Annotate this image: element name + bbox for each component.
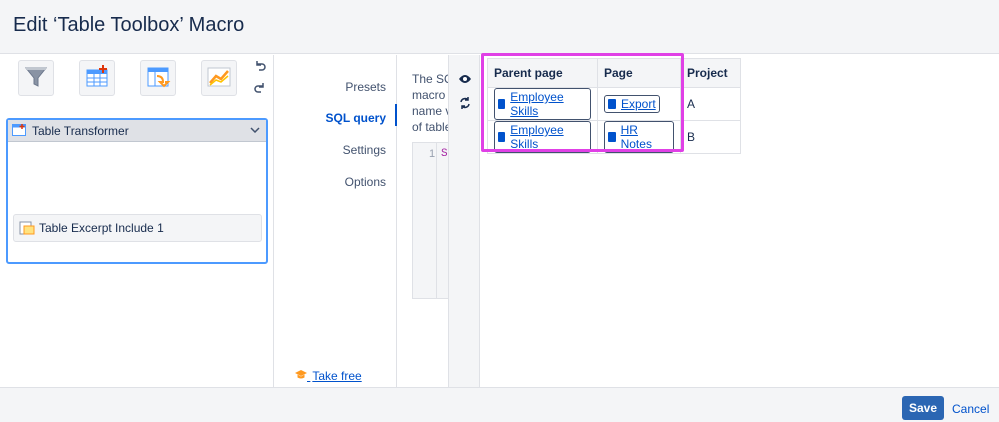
column-header-page: Page [597, 58, 681, 88]
page-link-label: Employee Skills [510, 123, 564, 151]
table-cell: B [680, 120, 741, 154]
undo-button[interactable] [252, 59, 268, 75]
save-button[interactable]: Save [902, 396, 944, 420]
dialog-title: Edit ‘Table Toolbox’ Macro [13, 14, 245, 36]
nav-item-presets[interactable]: Presets [345, 80, 386, 94]
macro-structure-panel: Table Transformer Table Excerpt Include … [0, 55, 274, 387]
page-link[interactable]: Employee Skills [494, 88, 591, 120]
sql-description-line: The SQ [412, 72, 448, 86]
table-header-row: Parent page Page Project [487, 58, 741, 88]
table-row: Employee Skills Export A [487, 87, 741, 121]
preview-table: Parent page Page Project Employee Skills… [487, 58, 741, 154]
page-link[interactable]: Employee Skills [494, 121, 591, 153]
nav-item-options[interactable]: Options [345, 175, 386, 189]
preview-toolbar [448, 55, 480, 387]
table-excerpt-include-label: Table Excerpt Include 1 [39, 221, 164, 235]
dialog-footer: Save Cancel [0, 387, 999, 422]
redo-icon [254, 82, 266, 97]
table-excerpt-include-icon [19, 221, 35, 235]
cancel-button[interactable]: Cancel [952, 402, 989, 416]
nav-item-sql-query[interactable]: SQL query [326, 111, 386, 125]
column-header-project: Project [680, 58, 741, 88]
chevron-down-icon[interactable] [248, 123, 262, 137]
code-text: SI [441, 148, 448, 160]
table-excerpt-include-macro[interactable]: Table Excerpt Include 1 [13, 214, 262, 242]
chart-tool-button[interactable] [201, 60, 237, 96]
settings-nav: Presets SQL query Settings Options Take … [275, 55, 397, 397]
graduation-cap-icon [295, 369, 310, 383]
page-icon [498, 132, 506, 142]
table-transformer-icon [12, 123, 28, 138]
page-link-label: Employee Skills [510, 90, 564, 118]
dialog-header: Edit ‘Table Toolbox’ Macro [0, 0, 999, 54]
eye-icon[interactable] [457, 71, 473, 87]
table-add-icon [84, 64, 110, 93]
column-header-parent-page: Parent page [487, 58, 598, 88]
table-transformer-label: Table Transformer [32, 123, 129, 138]
sql-editor-panel: The SQ macro V name v of table 1 SI [398, 55, 448, 387]
page-link-label: Export [621, 97, 656, 111]
table-preview: Parent page Page Project Employee Skills… [481, 53, 999, 387]
chart-icon [206, 64, 232, 93]
code-gutter: 1 [413, 143, 437, 298]
table-transformer-macro[interactable]: Table Transformer Table Excerpt Include … [6, 118, 268, 264]
table-cell: Employee Skills [487, 120, 598, 154]
line-number: 1 [429, 148, 436, 160]
sql-description-line: of table [412, 120, 448, 134]
sql-description-line: name v [412, 104, 448, 118]
sql-code-editor[interactable]: 1 SI [412, 142, 448, 299]
page-link-label: HR Notes [620, 123, 652, 151]
table-row: Employee Skills HR Notes B [487, 120, 741, 154]
page-link[interactable]: HR Notes [604, 121, 674, 153]
table-cell: Export [597, 87, 681, 121]
refresh-icon[interactable] [457, 95, 473, 111]
nav-item-settings[interactable]: Settings [343, 143, 386, 157]
table-add-tool-button[interactable] [79, 60, 115, 96]
page-link[interactable]: Export [604, 95, 660, 113]
page-icon [498, 99, 506, 109]
page-icon [608, 132, 616, 142]
table-cell: A [680, 87, 741, 121]
table-transformer-header[interactable]: Table Transformer [8, 120, 266, 142]
undo-icon [254, 60, 266, 75]
sql-description-line: macro V [412, 88, 448, 102]
filter-icon [23, 64, 49, 93]
redo-button[interactable] [252, 81, 268, 97]
sql-description: The SQ macro V name v of table [412, 71, 448, 135]
filter-tool-button[interactable] [18, 60, 54, 96]
nav-active-indicator [395, 104, 397, 126]
table-cell: HR Notes [597, 120, 681, 154]
table-transform-tool-button[interactable] [140, 60, 176, 96]
table-transform-icon [145, 64, 171, 93]
table-cell: Employee Skills [487, 87, 598, 121]
page-icon [608, 99, 616, 109]
